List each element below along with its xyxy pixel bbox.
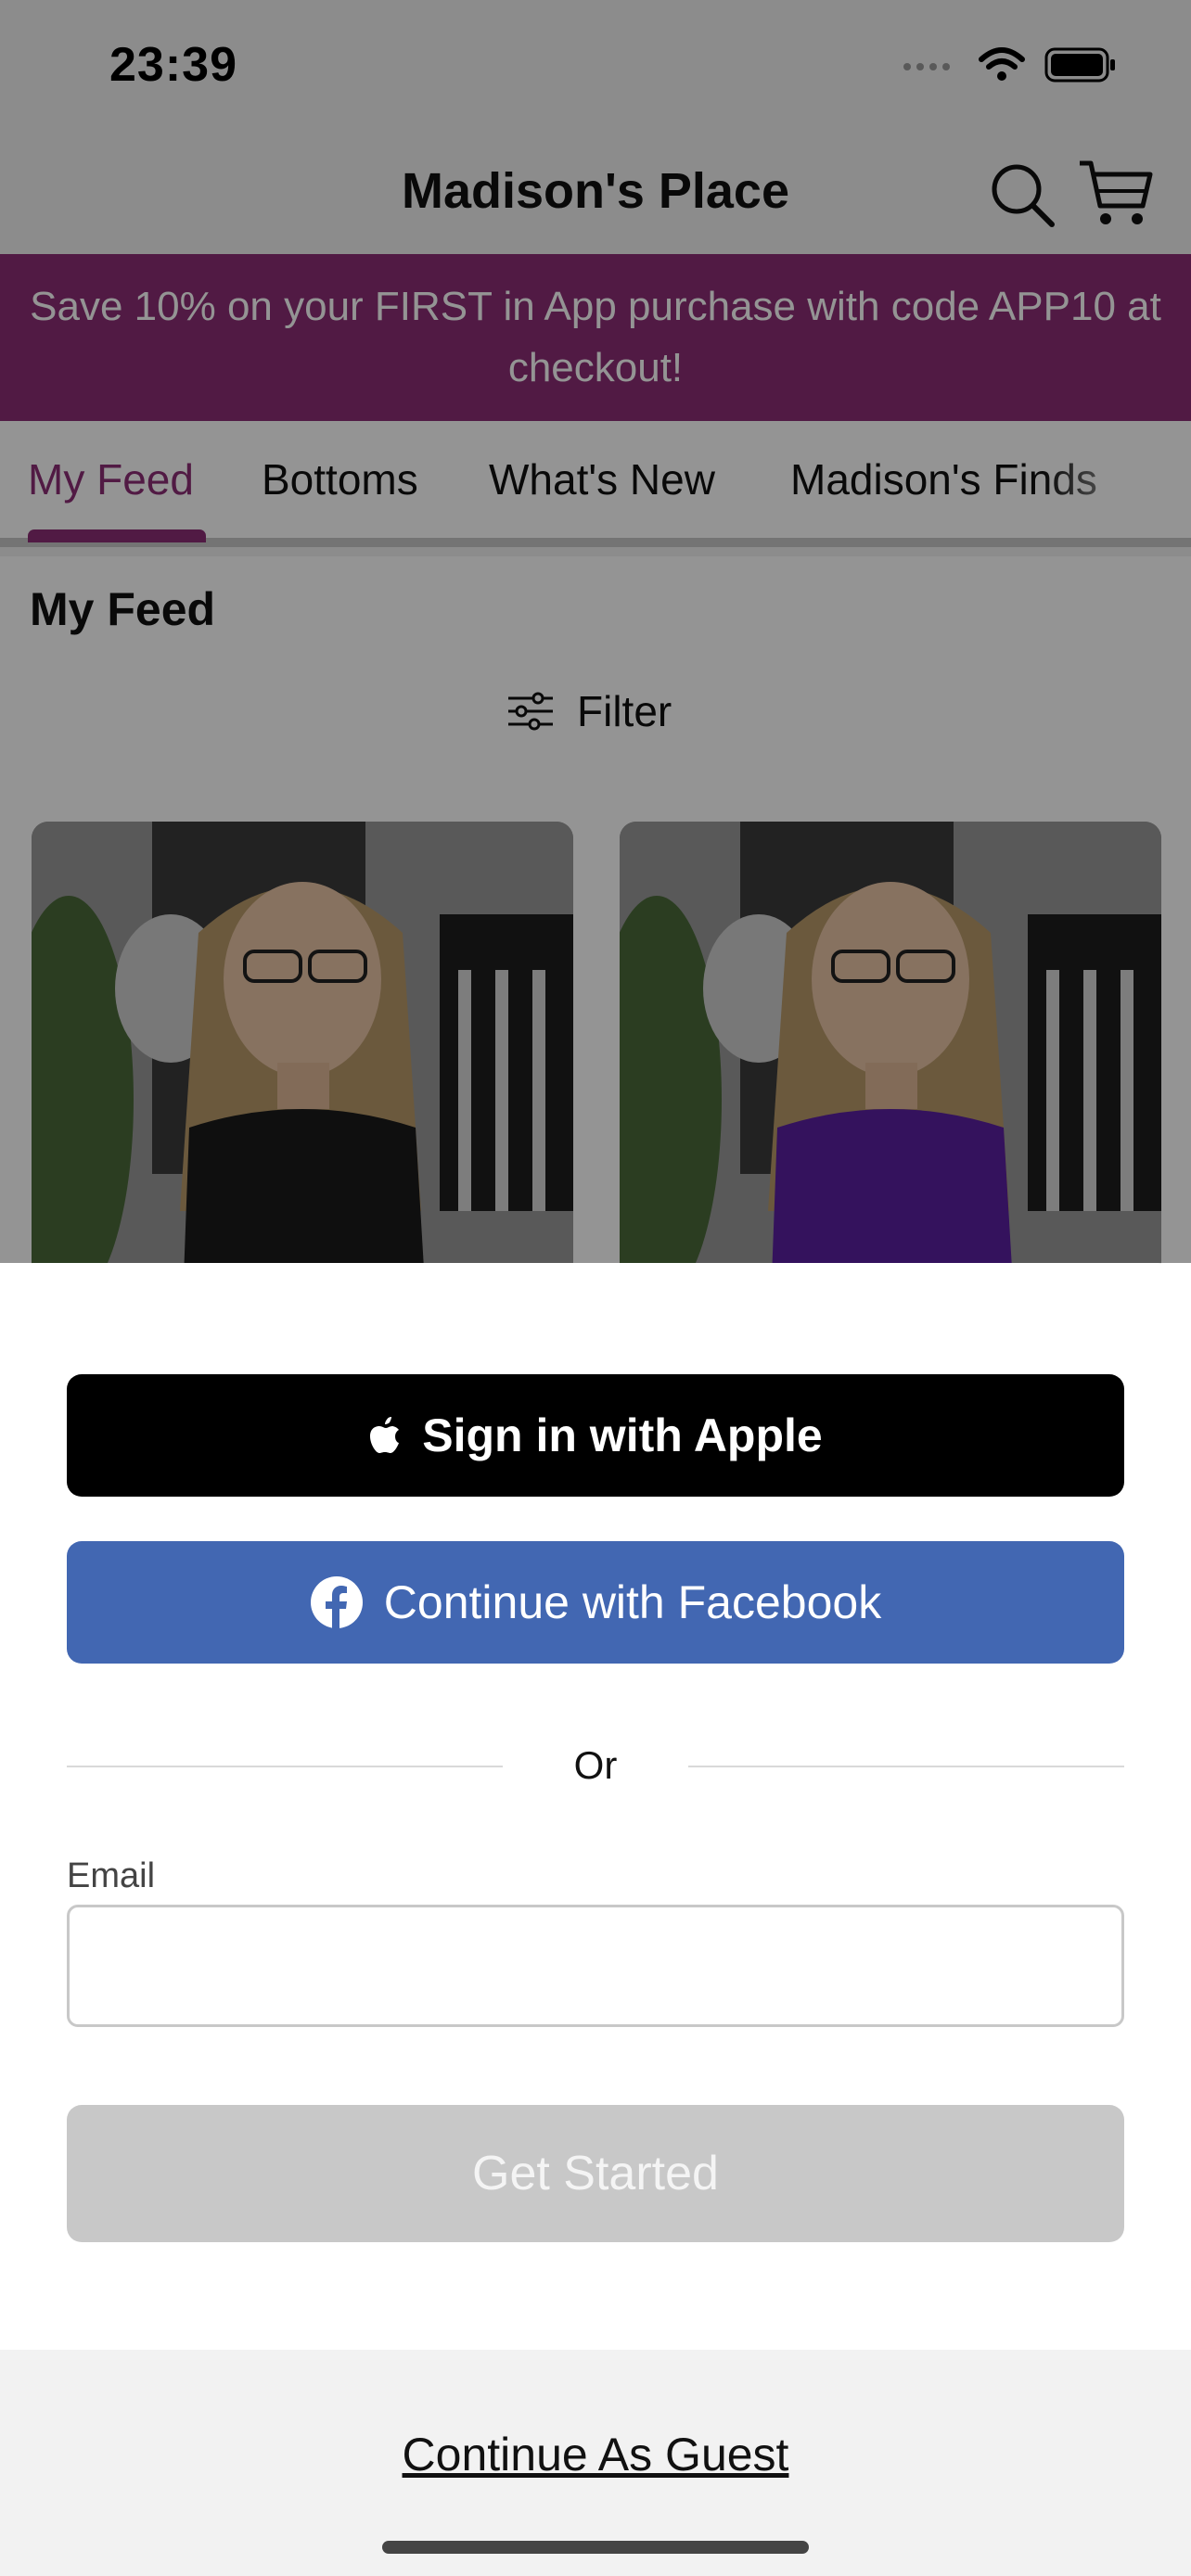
continue-with-facebook-button[interactable]: Continue with Facebook: [67, 1541, 1124, 1664]
home-indicator[interactable]: [382, 2541, 809, 2554]
email-label: Email: [67, 1856, 156, 1895]
login-sheet: Sign in with Apple Continue with Faceboo…: [0, 1263, 1191, 2576]
get-started-label: Get Started: [472, 2147, 719, 2200]
divider-line-right: [688, 1766, 1124, 1767]
get-started-button[interactable]: Get Started: [67, 2105, 1124, 2242]
email-input[interactable]: [67, 1905, 1124, 2027]
app-screen: 23:39 Madison's Place Save 10% on your F…: [0, 0, 1191, 2576]
modal-backdrop[interactable]: [0, 0, 1191, 1263]
apple-button-label: Sign in with Apple: [422, 1409, 823, 1461]
or-divider: Or: [67, 1738, 1124, 1793]
sign-in-with-apple-button[interactable]: Sign in with Apple: [67, 1374, 1124, 1497]
continue-as-guest-link[interactable]: Continue As Guest: [0, 2428, 1191, 2481]
apple-icon: [370, 1417, 400, 1453]
facebook-button-label: Continue with Facebook: [383, 1576, 882, 1628]
facebook-icon: [310, 1576, 363, 1629]
